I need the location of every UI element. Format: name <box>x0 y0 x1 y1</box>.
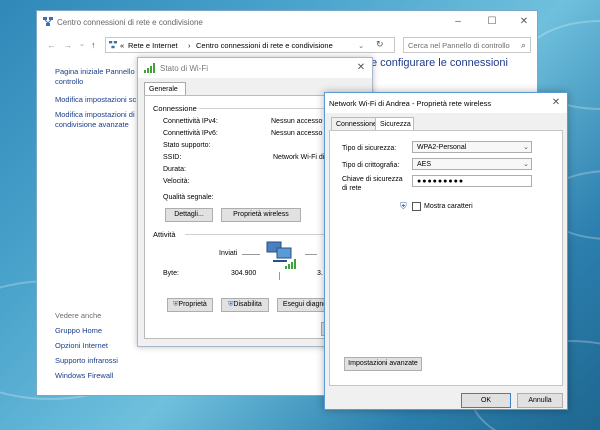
connection-group-label: Connessione <box>153 104 197 113</box>
refresh-icon[interactable]: ↻ <box>376 39 384 50</box>
see-also-link-homegroup[interactable]: Gruppo Home <box>55 326 102 336</box>
recent-chevron-icon[interactable]: ⌄ <box>79 40 85 48</box>
address-bar[interactable]: « Rete e Internet › Centro connessioni d… <box>105 37 395 53</box>
close-button[interactable]: ✕ <box>545 96 567 110</box>
divider <box>242 254 260 255</box>
network-activity-icon <box>266 241 296 269</box>
see-also-link-internet-options[interactable]: Opzioni Internet <box>55 341 108 351</box>
ok-button[interactable]: OK <box>461 393 511 408</box>
tab-generale[interactable]: Generale <box>144 82 186 96</box>
minimize-button[interactable]: – <box>447 15 469 29</box>
window-titlebar: Centro connessioni di rete e condivision… <box>37 11 537 33</box>
encryption-type-label: Tipo di crittografia: <box>342 162 400 169</box>
main-heading: e configurare le connessioni <box>371 57 508 69</box>
speed-label: Velocità: <box>163 178 190 185</box>
window-title: Network Wi-Fi di Andrea - Proprietà rete… <box>329 99 492 108</box>
chevron-down-icon: ⌄ <box>523 144 529 151</box>
sent-label: Inviati <box>219 250 238 257</box>
chevron-down-icon: ⌄ <box>523 161 529 168</box>
show-characters-checkbox[interactable] <box>412 202 421 211</box>
shield-icon: ⛨ <box>400 201 407 211</box>
show-characters-label: Mostra caratteri <box>424 203 473 210</box>
security-type-select[interactable]: WPA2-Personal ⌄ <box>412 141 532 153</box>
window-titlebar: Network Wi-Fi di Andrea - Proprietà rete… <box>325 93 567 113</box>
breadcrumb-rete-internet[interactable]: Rete e Internet <box>128 41 178 50</box>
network-center-icon <box>43 17 53 26</box>
security-type-label: Tipo di sicurezza: <box>342 145 397 152</box>
tab-sicurezza[interactable]: Sicurezza <box>375 117 414 131</box>
security-key-label: Chiave di sicurezza di rete <box>342 176 403 192</box>
search-placeholder: Cerca nel Pannello di controllo <box>408 41 510 50</box>
search-input[interactable]: Cerca nel Pannello di controllo ⌕ <box>403 37 531 53</box>
ipv6-value: Nessun accesso a <box>271 130 329 137</box>
wifi-signal-icon <box>144 63 155 73</box>
close-button[interactable]: ✕ <box>513 15 535 29</box>
disable-button[interactable]: ⛨Disabilita <box>221 298 269 312</box>
sidebar-link-home[interactable]: Pagina iniziale Pannello di controllo <box>55 67 143 87</box>
forward-arrow-icon[interactable]: → <box>63 40 72 50</box>
up-arrow-icon[interactable]: ↑ <box>91 40 96 50</box>
back-arrow-icon[interactable]: ← <box>47 40 56 50</box>
properties-button[interactable]: ⛨Proprietà <box>167 298 213 312</box>
sidebar-link-adapter-settings[interactable]: Modifica impostazioni sc <box>55 95 136 105</box>
bytes-label: Byte: <box>163 270 179 277</box>
security-panel: Tipo di sicurezza: WPA2-Personal ⌄ Tipo … <box>329 130 563 386</box>
search-icon[interactable]: ⌕ <box>521 40 526 51</box>
ssid-label: SSID: <box>163 154 182 161</box>
close-button[interactable]: ✕ <box>350 61 372 75</box>
advanced-settings-button[interactable]: Impostazioni avanzate <box>344 357 422 371</box>
breadcrumb-current[interactable]: Centro connessioni di rete e condivision… <box>196 41 333 50</box>
sidebar-link-advanced-sharing[interactable]: Modifica impostazioni di condivisione av… <box>55 110 135 130</box>
divider <box>305 254 317 255</box>
bytes-received-value: 3. <box>317 270 323 277</box>
maximize-button[interactable]: ☐ <box>481 15 503 29</box>
security-key-input[interactable]: ●●●●●●●●● <box>412 175 532 187</box>
encryption-type-select[interactable]: AES ⌄ <box>412 158 532 170</box>
see-also-label: Vedere anche <box>55 311 102 320</box>
ipv6-label: Connettività IPv6: <box>163 130 218 137</box>
breadcrumb-root[interactable]: « <box>120 41 124 50</box>
duration-label: Durata: <box>163 166 186 173</box>
breadcrumb-separator: › <box>188 41 191 50</box>
wireless-properties-dialog: Network Wi-Fi di Andrea - Proprietà rete… <box>324 92 568 410</box>
see-also-link-infrared[interactable]: Supporto infrarossi <box>55 356 118 366</box>
ssid-value: Network Wi-Fi di A <box>273 154 331 161</box>
address-dropdown-icon[interactable]: ⌄ <box>358 41 364 50</box>
bytes-sent-value: 304.900 <box>231 270 257 277</box>
divider <box>279 272 280 280</box>
media-state-label: Stato supporto: <box>163 142 211 149</box>
see-also-link-firewall[interactable]: Windows Firewall <box>55 371 113 381</box>
cancel-button[interactable]: Annulla <box>517 393 563 408</box>
signal-quality-label: Qualità segnale: <box>163 194 214 201</box>
activity-group-label: Attività <box>153 230 176 239</box>
window-title: Centro connessioni di rete e condivision… <box>57 18 203 27</box>
details-button[interactable]: Dettagli... <box>165 208 213 222</box>
ipv4-label: Connettività IPv4: <box>163 118 218 125</box>
network-center-icon <box>109 41 117 49</box>
wireless-properties-button[interactable]: Proprietà wireless <box>221 208 301 222</box>
window-title: Stato di Wi-Fi <box>160 64 209 73</box>
tab-connessione[interactable]: Connessione <box>331 117 380 131</box>
ipv4-value: Nessun accesso a <box>271 118 329 125</box>
address-bar-row: ← → ⌄ ↑ « Rete e Internet › Centro conne… <box>37 35 537 55</box>
window-titlebar: Stato di Wi-Fi ✕ <box>138 58 372 78</box>
